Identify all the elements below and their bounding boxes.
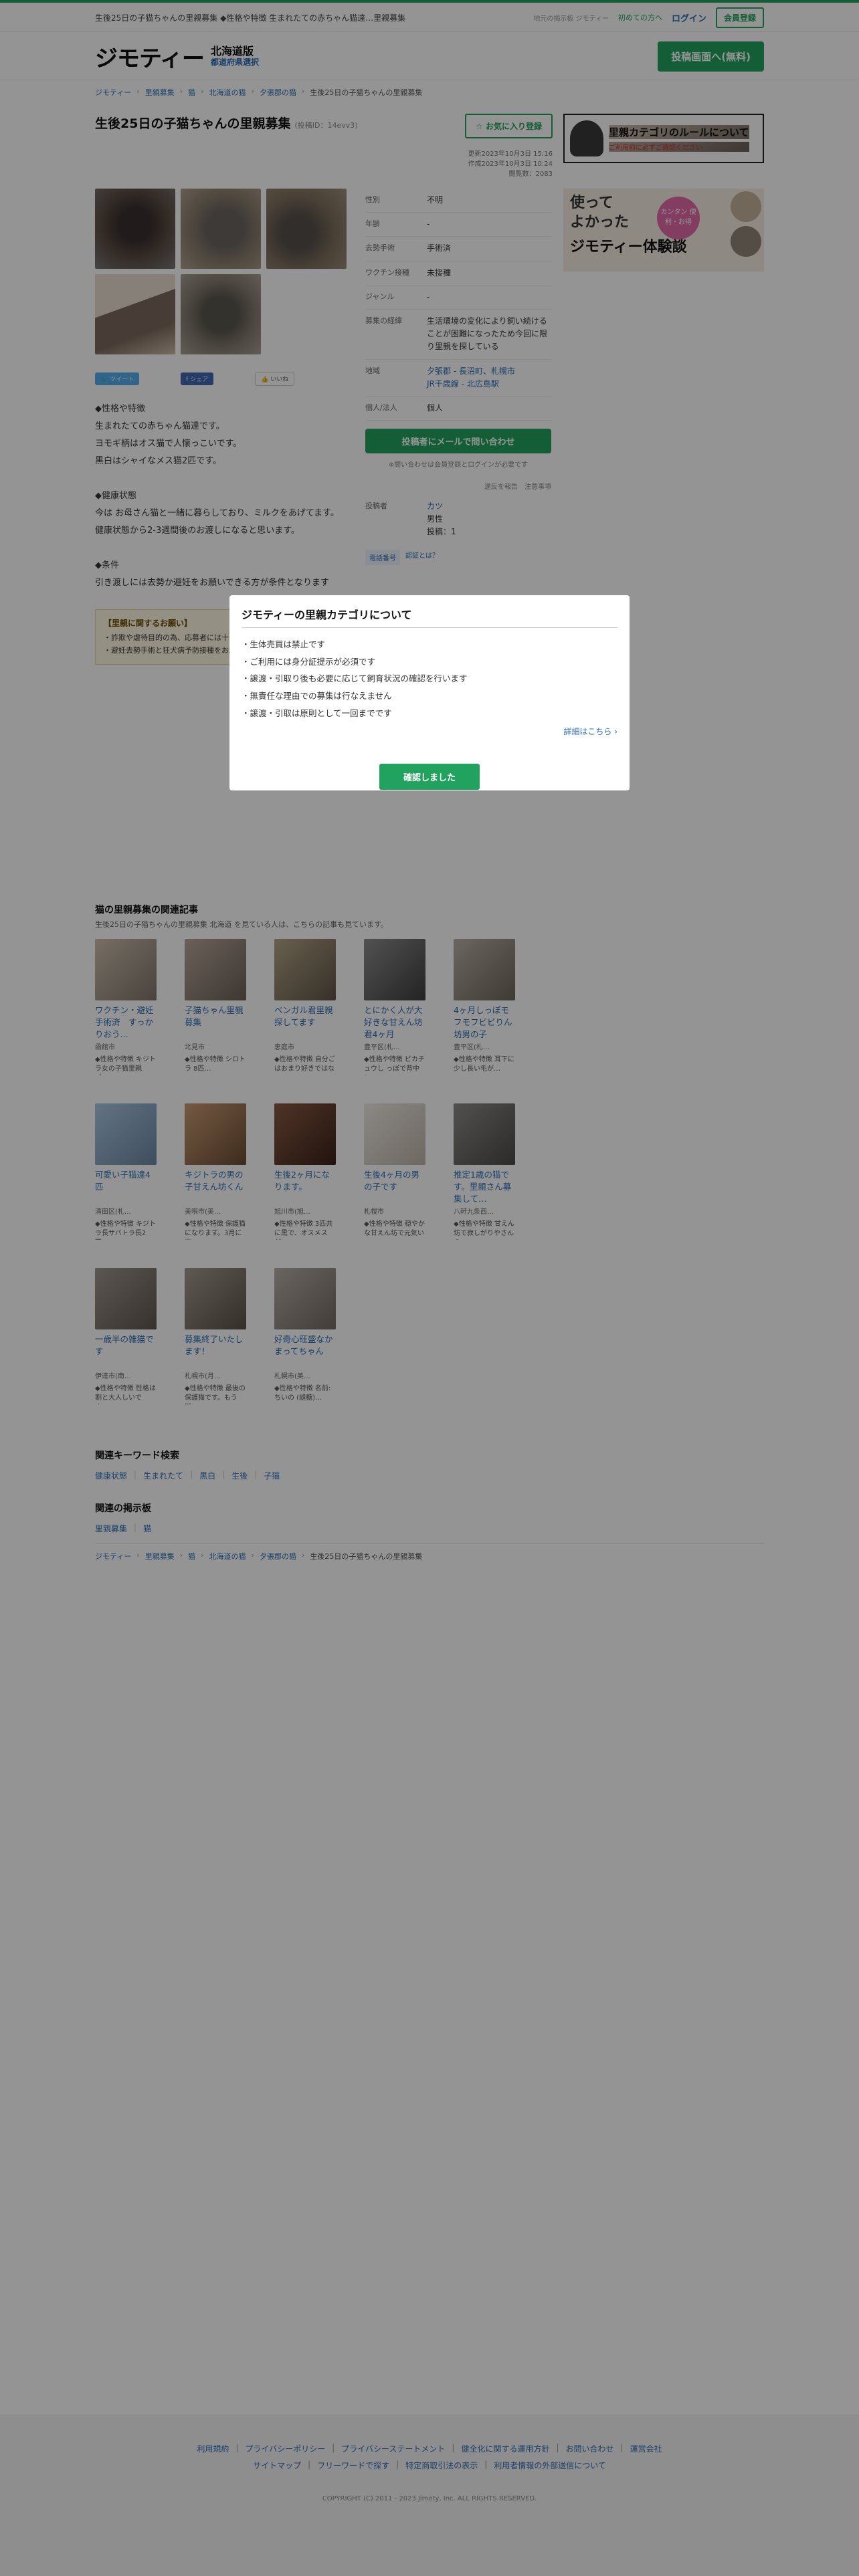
modal-details-link[interactable]: 詳細はこちら › [563, 727, 617, 736]
category-rules-modal: ジモティーの里親カテゴリについて ・生体売買は禁止です ・ご利用には身分証提示が… [229, 595, 630, 790]
modal-rule: ・生体売買は禁止です [242, 639, 326, 649]
modal-rule: ・無責任な理由での募集は行なえません [242, 690, 392, 701]
modal-rule-list: ・生体売買は禁止です ・ご利用には身分証提示が必須です ・譲渡・引取り後も必要に… [242, 636, 617, 722]
modal-confirm-button[interactable]: 確認しました [379, 764, 480, 790]
modal-title: ジモティーの里親カテゴリについて [242, 606, 617, 628]
modal-rule: ・ご利用には身分証提示が必須です [242, 656, 376, 667]
modal-overlay[interactable] [0, 0, 859, 2576]
modal-rule: ・譲渡・引取り後も必要に応じて飼育状況の確認を行います [242, 673, 468, 684]
modal-rule: ・譲渡・引取は原則として一回までです [242, 708, 392, 718]
